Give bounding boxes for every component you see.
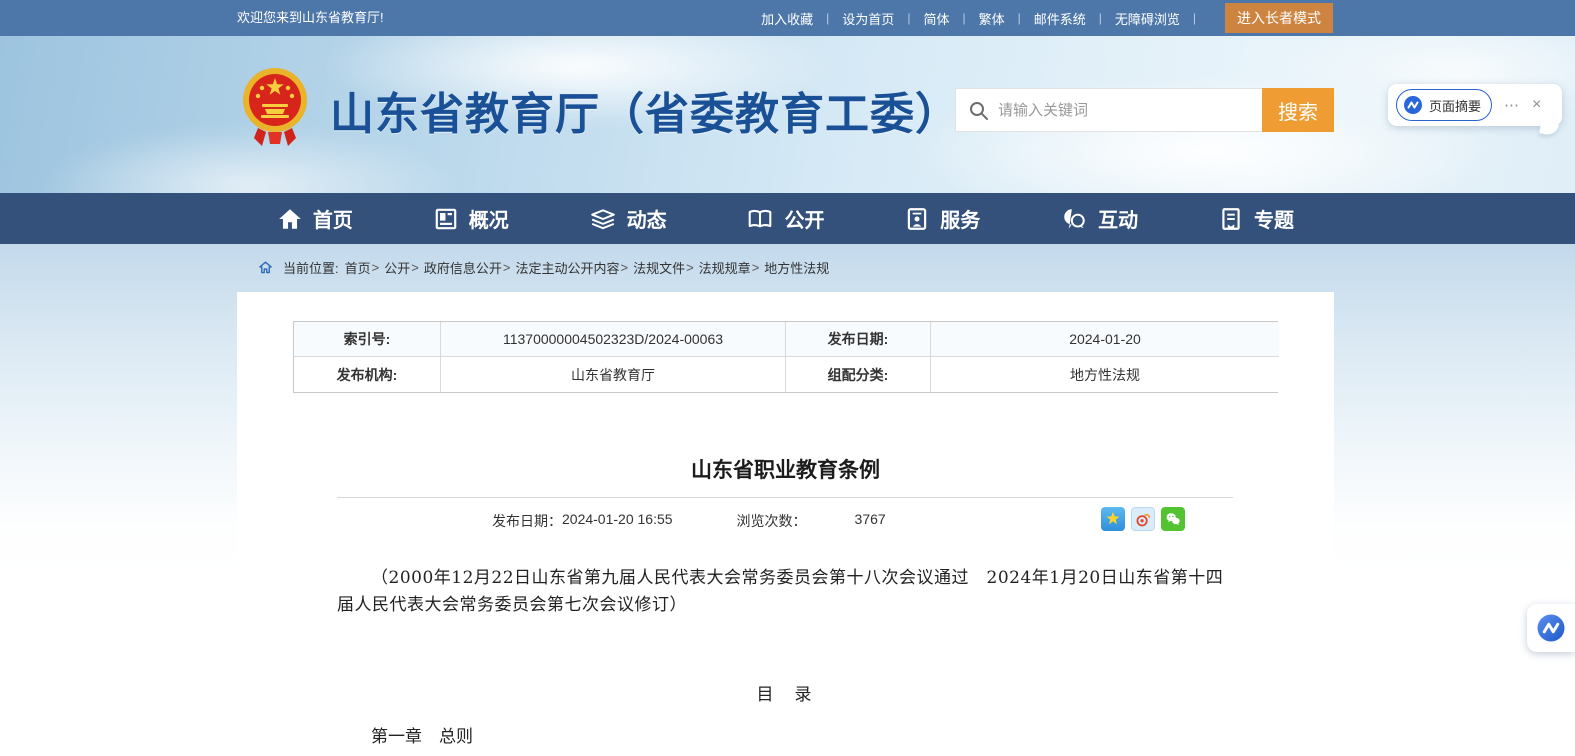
breadcrumb-home-icon bbox=[258, 260, 273, 275]
separator: | bbox=[1099, 11, 1102, 25]
search-input[interactable] bbox=[998, 89, 1253, 131]
breadcrumb-separator: > bbox=[411, 260, 419, 275]
info-label-publish-date: 发布日期: bbox=[786, 322, 931, 357]
breadcrumb-item-regulation-files[interactable]: 法规文件 bbox=[633, 258, 685, 277]
breadcrumb-separator: > bbox=[503, 260, 511, 275]
link-add-favorite[interactable]: 加入收藏 bbox=[761, 9, 813, 28]
open-book-icon bbox=[746, 206, 774, 232]
summary-logo-icon bbox=[1403, 95, 1423, 115]
info-value-publish-date: 2024-01-20 bbox=[931, 322, 1279, 357]
link-mail-system[interactable]: 邮件系统 bbox=[1034, 9, 1086, 28]
nav-item-topics[interactable]: 专题 bbox=[1218, 204, 1294, 233]
link-traditional[interactable]: 繁体 bbox=[979, 9, 1005, 28]
breadcrumb-item-statutory[interactable]: 法定主动公开内容 bbox=[515, 258, 619, 277]
link-set-homepage[interactable]: 设为首页 bbox=[842, 9, 894, 28]
publish-date-label: 发布日期： bbox=[492, 511, 562, 531]
assistant-float-button[interactable] bbox=[1527, 604, 1575, 652]
nav-item-overview[interactable]: 概况 bbox=[433, 204, 509, 233]
welcome-text: 欢迎您来到山东省教育厅! bbox=[237, 0, 384, 36]
views-label: 浏览次数： bbox=[737, 511, 807, 531]
site-title: 山东省教育厅（省委教育工委） bbox=[330, 78, 960, 142]
info-value-category: 地方性法规 bbox=[931, 357, 1279, 392]
page: 欢迎您来到山东省教育厅! 加入收藏 | 设为首页 | 简体 | 繁体 | 邮件系… bbox=[0, 0, 1575, 756]
page-summary-widget: 页面摘要 ⋯ × bbox=[1388, 84, 1562, 126]
info-label-agency: 发布机构: bbox=[294, 357, 441, 392]
document-info-table: 索引号: 11370000004502323D/2024-00063 发布日期:… bbox=[293, 321, 1278, 393]
assistant-logo-icon bbox=[1536, 613, 1566, 643]
breadcrumb-item-home[interactable]: 首页 bbox=[345, 258, 371, 277]
main-nav: 首页 概况 动态 bbox=[0, 193, 1575, 244]
national-emblem-icon bbox=[242, 62, 308, 154]
search-input-wrap bbox=[955, 88, 1262, 132]
breadcrumb-separator: > bbox=[620, 260, 628, 275]
link-simplified[interactable]: 简体 bbox=[923, 9, 949, 28]
service-icon bbox=[904, 206, 930, 232]
page-summary-button[interactable]: 页面摘要 bbox=[1396, 89, 1492, 121]
topbar-links: 加入收藏 | 设为首页 | 简体 | 繁体 | 邮件系统 | 无障碍浏览 | 进… bbox=[761, 0, 1333, 36]
share-bar bbox=[1101, 507, 1185, 531]
separator: | bbox=[1193, 11, 1196, 25]
nav-item-home[interactable]: 首页 bbox=[277, 204, 353, 233]
interact-icon bbox=[1060, 206, 1088, 232]
home-icon bbox=[277, 206, 303, 232]
weibo-share-icon[interactable] bbox=[1131, 507, 1155, 531]
info-label-category: 组配分类: bbox=[786, 357, 931, 392]
article-title: 山东省职业教育条例 bbox=[237, 454, 1334, 484]
search-icon bbox=[968, 100, 990, 122]
toc-heading: 目 录 bbox=[337, 680, 1233, 705]
divider bbox=[337, 497, 1233, 498]
content-area: 索引号: 11370000004502323D/2024-00063 发布日期:… bbox=[237, 292, 1334, 756]
news-icon bbox=[589, 206, 617, 232]
wechat-share-icon[interactable] bbox=[1161, 507, 1185, 531]
link-accessibility[interactable]: 无障碍浏览 bbox=[1115, 9, 1180, 28]
site-header: 山东省教育厅（省委教育工委） 搜索 bbox=[0, 36, 1575, 193]
close-icon[interactable]: × bbox=[1532, 96, 1541, 114]
nav-item-service[interactable]: 服务 bbox=[904, 204, 980, 233]
info-value-agency: 山东省教育厅 bbox=[441, 357, 786, 392]
qzone-share-icon[interactable] bbox=[1101, 507, 1125, 531]
page-summary-label: 页面摘要 bbox=[1429, 96, 1481, 115]
topic-icon bbox=[1218, 206, 1244, 232]
nav-item-interact[interactable]: 互动 bbox=[1060, 204, 1138, 233]
breadcrumb-item-gov-info[interactable]: 政府信息公开 bbox=[424, 258, 502, 277]
breadcrumb-item-disclosure[interactable]: 公开 bbox=[384, 258, 410, 277]
nav-item-news[interactable]: 动态 bbox=[589, 204, 667, 233]
nav-item-disclosure[interactable]: 公开 bbox=[746, 204, 824, 233]
separator: | bbox=[907, 11, 910, 25]
views-value: 3767 bbox=[855, 511, 886, 531]
breadcrumb: 当前位置: 首页 > 公开 > 政府信息公开 > 法定主动公开内容 > 法规文件… bbox=[258, 258, 829, 277]
info-value-index: 11370000004502323D/2024-00063 bbox=[441, 322, 786, 357]
search-button[interactable]: 搜索 bbox=[1262, 88, 1334, 132]
separator: | bbox=[826, 11, 829, 25]
breadcrumb-separator: > bbox=[372, 260, 380, 275]
more-options-icon[interactable]: ⋯ bbox=[1504, 96, 1520, 114]
breadcrumb-item-local-regulations[interactable]: 地方性法规 bbox=[764, 258, 829, 277]
breadcrumb-item-rules[interactable]: 法规规章 bbox=[699, 258, 751, 277]
info-label-index: 索引号: bbox=[294, 322, 441, 357]
search-bar: 搜索 bbox=[955, 88, 1334, 132]
breadcrumb-prefix: 当前位置: bbox=[283, 258, 339, 277]
toc-item-chapter1: 第一章 总则 bbox=[337, 722, 1233, 747]
overview-icon bbox=[433, 206, 459, 232]
separator: | bbox=[962, 11, 965, 25]
top-bar: 欢迎您来到山东省教育厅! 加入收藏 | 设为首页 | 简体 | 繁体 | 邮件系… bbox=[0, 0, 1575, 36]
breadcrumb-separator: > bbox=[752, 260, 760, 275]
article-meta: 发布日期： 2024-01-20 16:55 浏览次数： 3767 bbox=[337, 504, 1233, 534]
breadcrumb-separator: > bbox=[686, 260, 694, 275]
article-paragraph: （2000年12月22日山东省第九届人民代表大会常务委员会第十八次会议通过 20… bbox=[337, 565, 1233, 619]
publish-date-value: 2024-01-20 16:55 bbox=[562, 511, 673, 531]
separator: | bbox=[1018, 11, 1021, 25]
elder-mode-button[interactable]: 进入长者模式 bbox=[1225, 3, 1333, 33]
